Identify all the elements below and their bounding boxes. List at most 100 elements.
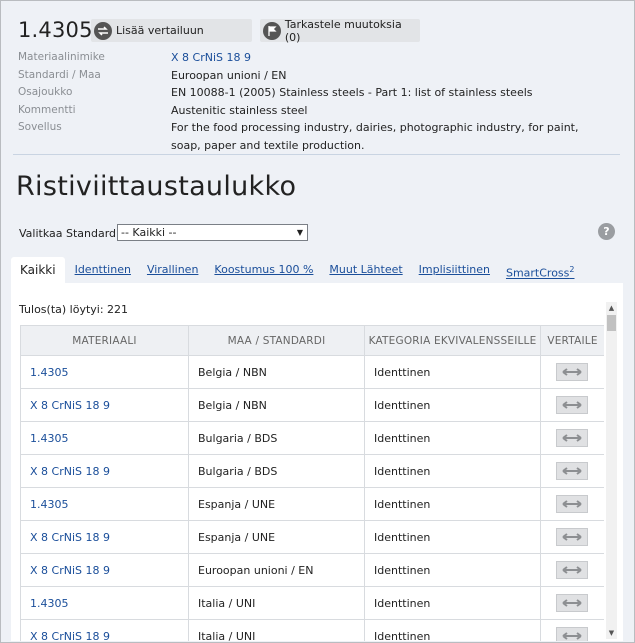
result-count: Tulos(ta) löytyi: 221	[19, 303, 129, 316]
standard-select-value: -- Kaikki --	[121, 226, 177, 239]
column-header-compare: VERTAILE	[540, 325, 604, 356]
compare-arrows-icon	[562, 599, 582, 607]
tab-label: Koostumus 100 %	[214, 263, 314, 276]
compare-arrows-icon	[562, 368, 582, 376]
tab-identtinen[interactable]: Identtinen	[75, 257, 131, 283]
category-cell: Identtinen	[364, 586, 541, 620]
standard-cell: Belgia / NBN	[188, 388, 365, 422]
tab-kaikki[interactable]: Kaikki	[11, 257, 65, 283]
material-code: 1.4305	[18, 18, 93, 42]
table-row: 1.4305 Espanja / UNE Identtinen	[20, 487, 604, 521]
scrollbar-thumb[interactable]	[607, 315, 616, 331]
compare-cell	[540, 487, 604, 521]
meta-row-comment: Kommentti Austenitic stainless steel	[18, 102, 618, 120]
table-row: 1.4305 Italia / UNI Identtinen	[20, 586, 604, 620]
dropdown-arrow-icon: ▼	[296, 228, 303, 237]
table-row: X 8 CrNiS 18 9 Belgia / NBN Identtinen	[20, 388, 604, 422]
material-link[interactable]: X 8 CrNiS 18 9	[20, 388, 189, 422]
compare-arrows-icon	[562, 434, 582, 442]
material-link[interactable]: 1.4305	[20, 586, 189, 620]
standard-cell: Bulgaria / BDS	[188, 421, 365, 455]
meta-row-subset: Osajoukko EN 10088-1 (2005) Stainless st…	[18, 84, 618, 102]
material-link[interactable]: X 8 CrNiS 18 9	[20, 619, 189, 641]
table-row: X 8 CrNiS 18 9 Espanja / UNE Identtinen	[20, 520, 604, 554]
standard-cell: Bulgaria / BDS	[188, 454, 365, 488]
compare-button[interactable]	[556, 429, 588, 447]
standard-select[interactable]: -- Kaikki -- ▼	[117, 224, 308, 241]
compare-cell	[540, 355, 604, 389]
table-header-row: MATERIAALI MAA / STANDARDI KATEGORIA EKV…	[20, 325, 604, 356]
meta-value: Austenitic stainless steel	[171, 103, 308, 117]
standard-select-label: Valitkaa Standardi:	[19, 227, 123, 240]
results-table: MATERIAALI MAA / STANDARDI KATEGORIA EKV…	[20, 325, 604, 641]
meta-row-name: Materiaalinimike X 8 CrNiS 18 9	[18, 49, 618, 67]
tab-label: Virallinen	[146, 263, 199, 276]
table-row: 1.4305 Bulgaria / BDS Identtinen	[20, 421, 604, 455]
table-row: X 8 CrNiS 18 9 Italia / UNI Identtinen	[20, 619, 604, 641]
material-link[interactable]: 1.4305	[20, 487, 189, 521]
compare-cell	[540, 388, 604, 422]
tab-implisiittinen[interactable]: Implisiittinen	[419, 257, 490, 283]
tab-label: Muut Lähteet	[329, 263, 403, 276]
page-title: Ristiviittaustaulukko	[16, 171, 297, 202]
view-changes-button[interactable]: Tarkastele muutoksia (0)	[260, 17, 420, 44]
tab-koostumus[interactable]: Koostumus 100 %	[214, 257, 313, 283]
compare-button[interactable]	[556, 594, 588, 612]
material-link[interactable]: X 8 CrNiS 18 9	[20, 520, 189, 554]
material-name-link[interactable]: X 8 CrNiS 18 9	[171, 49, 601, 67]
scroll-down-icon[interactable]: ▼	[606, 627, 617, 639]
compare-cell	[540, 619, 604, 641]
compare-arrows-icon	[562, 500, 582, 508]
add-to-compare-button[interactable]: Lisää vertailuun	[91, 19, 252, 42]
compare-button[interactable]	[556, 396, 588, 414]
compare-button[interactable]	[556, 528, 588, 546]
material-link[interactable]: 1.4305	[20, 421, 189, 455]
category-cell: Identtinen	[364, 355, 541, 389]
meta-label: Osajoukko	[18, 86, 73, 98]
compare-button[interactable]	[556, 627, 588, 641]
meta-value: Euroopan unioni / EN	[171, 68, 287, 82]
equivalence-tabs: Kaikki Identtinen Virallinen Koostumus 1…	[11, 257, 591, 283]
column-header-standard[interactable]: MAA / STANDARDI	[188, 325, 365, 356]
view-changes-label: Tarkastele muutoksia (0)	[284, 17, 402, 44]
tab-label: Kaikki	[20, 263, 56, 277]
results-scrollbar[interactable]: ▲ ▼	[606, 302, 617, 639]
tab-label: Identtinen	[74, 263, 131, 276]
category-cell: Identtinen	[364, 520, 541, 554]
meta-row-application: Sovellus For the food processing industr…	[18, 119, 618, 154]
column-header-category[interactable]: KATEGORIA EKVIVALENSSEILLE	[364, 325, 541, 356]
compare-arrows-icon	[562, 632, 582, 640]
category-cell: Identtinen	[364, 487, 541, 521]
scroll-up-icon[interactable]: ▲	[606, 302, 617, 314]
tab-label: Implisiittinen	[418, 263, 490, 276]
compare-cell	[540, 520, 604, 554]
standard-cell: Espanja / UNE	[188, 520, 365, 554]
tab-muut-lahteet[interactable]: Muut Lähteet	[329, 257, 402, 283]
compare-cell	[540, 586, 604, 620]
compare-cell	[540, 421, 604, 455]
standard-cell: Belgia / NBN	[188, 355, 365, 389]
compare-button[interactable]	[556, 462, 588, 480]
compare-arrows-icon	[562, 401, 582, 409]
help-icon[interactable]: ?	[598, 223, 615, 240]
column-header-material[interactable]: MATERIAALI	[20, 325, 189, 356]
table-row: 1.4305 Belgia / NBN Identtinen	[20, 355, 604, 389]
compare-button[interactable]	[556, 561, 588, 579]
compare-button[interactable]	[556, 495, 588, 513]
results-table-wrap: MATERIAALI MAA / STANDARDI KATEGORIA EKV…	[20, 325, 604, 641]
tab-virallinen[interactable]: Virallinen	[147, 257, 198, 283]
material-link[interactable]: X 8 CrNiS 18 9	[20, 454, 189, 488]
material-link[interactable]: 1.4305	[20, 355, 189, 389]
category-cell: Identtinen	[364, 553, 541, 587]
compare-button[interactable]	[556, 363, 588, 381]
table-row: X 8 CrNiS 18 9 Euroopan unioni / EN Identt…	[20, 553, 604, 587]
meta-value: For the food processing industry, dairie…	[171, 121, 579, 152]
results-panel: Tulos(ta) löytyi: 221 MATERIAALI MAA / S…	[11, 283, 623, 641]
standard-cell: Italia / UNI	[188, 619, 365, 641]
material-link[interactable]: X 8 CrNiS 18 9	[20, 553, 189, 587]
tab-smartcross[interactable]: SmartCross2	[506, 257, 575, 283]
standard-cell: Italia / UNI	[188, 586, 365, 620]
swap-arrows-icon	[94, 21, 112, 40]
compare-arrows-icon	[562, 566, 582, 574]
category-cell: Identtinen	[364, 421, 541, 455]
